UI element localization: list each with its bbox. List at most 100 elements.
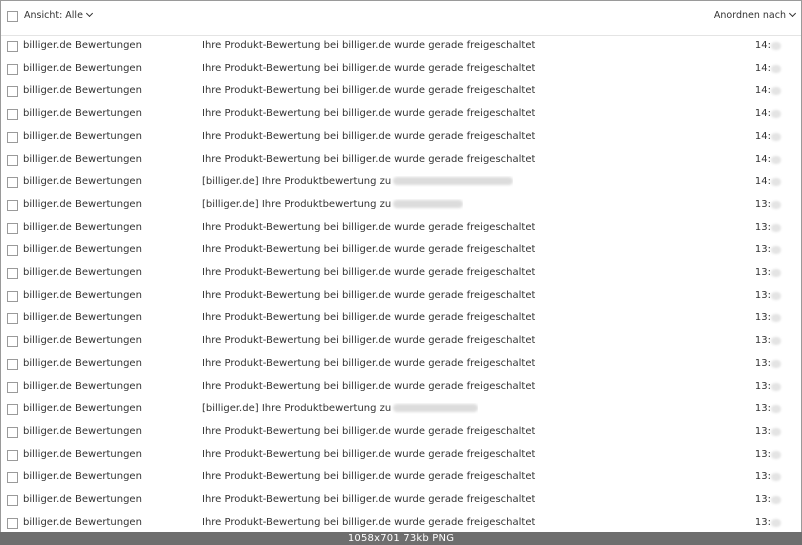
message-subject: Ihre Produkt-Bewertung bei billiger.de w… xyxy=(202,290,535,301)
message-subject: Ihre Produkt-Bewertung bei billiger.de w… xyxy=(202,449,535,460)
message-subject: Ihre Produkt-Bewertung bei billiger.de w… xyxy=(202,494,535,505)
message-checkbox[interactable] xyxy=(7,336,18,348)
message-time: 13: xyxy=(754,448,771,460)
message-sender: billiger.de Bewertungen xyxy=(23,198,142,210)
message-checkbox[interactable] xyxy=(7,222,18,234)
message-subject-text: Ihre Produkt-Bewertung bei billiger.de w… xyxy=(202,335,536,347)
message-sender: billiger.de Bewertungen xyxy=(23,312,142,324)
message-checkbox[interactable] xyxy=(7,63,18,75)
message-checkbox[interactable] xyxy=(7,86,18,98)
redacted-minutes xyxy=(771,382,781,391)
redacted-minutes xyxy=(771,518,781,527)
message-row[interactable]: billiger.de Bewertungen [billiger.de] Ihr… xyxy=(1,171,801,194)
message-sender: billiger.de Bewertungen xyxy=(23,267,142,278)
message-row[interactable]: billiger.de Bewertungen Ihre Produkt-Bewe… xyxy=(1,307,801,330)
message-subject: Ihre Produkt-Bewertung bei billiger.de w… xyxy=(202,517,535,528)
message-subject-text: Ihre Produkt-Bewertung bei billiger.de w… xyxy=(202,108,536,120)
message-subject: Ihre Produkt-Bewertung bei billiger.de w… xyxy=(202,131,535,142)
message-row[interactable]: billiger.de Bewertungen Ihre Produkt-Bewe… xyxy=(1,126,801,149)
message-row[interactable]: billiger.de Bewertungen Ihre Produkt-Bewe… xyxy=(1,285,801,308)
redacted-minutes xyxy=(771,337,781,346)
message-checkbox[interactable] xyxy=(7,517,18,529)
message-row[interactable]: billiger.de Bewertungen Ihre Produkt-Bewe… xyxy=(1,58,801,81)
message-checkbox[interactable] xyxy=(7,268,18,279)
message-row[interactable]: billiger.de Bewertungen Ihre Produkt-Bewe… xyxy=(1,512,801,532)
message-subject-text: Ihre Produkt-Bewertung bei billiger.de w… xyxy=(202,289,536,301)
redacted-minutes xyxy=(771,246,781,255)
message-checkbox[interactable] xyxy=(7,290,18,302)
message-checkbox[interactable] xyxy=(7,245,18,257)
message-row[interactable]: billiger.de Bewertungen Ihre Produkt-Bewe… xyxy=(1,353,801,376)
message-checkbox[interactable] xyxy=(7,199,18,211)
message-sender: billiger.de Bewertungen xyxy=(23,357,142,369)
message-subject-text: [billiger.de] Ihre Produktbewertung zu xyxy=(202,176,392,188)
message-subject-text: Ihre Produkt-Bewertung bei billiger.de w… xyxy=(202,40,536,51)
message-subject-text: Ihre Produkt-Bewertung bei billiger.de w… xyxy=(202,312,536,324)
chevron-down-icon xyxy=(85,9,93,18)
message-subject: Ihre Produkt-Bewertung bei billiger.de w… xyxy=(202,63,535,74)
redacted-minutes xyxy=(771,178,781,187)
image-info-bar: 1058x701 73kb PNG xyxy=(0,532,802,545)
message-time: 14: xyxy=(754,130,771,142)
redacted-minutes xyxy=(771,450,781,459)
redacted-minutes xyxy=(771,87,781,96)
message-subject: Ihre Produkt-Bewertung bei billiger.de w… xyxy=(202,471,535,482)
message-checkbox[interactable] xyxy=(7,449,18,461)
message-checkbox[interactable] xyxy=(7,358,18,370)
message-sender: billiger.de Bewertungen xyxy=(23,448,142,460)
select-all-checkbox[interactable] xyxy=(7,11,18,22)
message-row[interactable]: billiger.de Bewertungen Ihre Produkt-Bewe… xyxy=(1,444,801,467)
message-row[interactable]: billiger.de Bewertungen Ihre Produkt-Bewe… xyxy=(1,217,801,240)
message-checkbox[interactable] xyxy=(7,109,18,121)
message-checkbox[interactable] xyxy=(7,495,18,506)
message-row[interactable]: billiger.de Bewertungen Ihre Produkt-Bewe… xyxy=(1,103,801,126)
sort-label: Anordnen nach xyxy=(713,10,786,21)
message-subject-text: Ihre Produkt-Bewertung bei billiger.de w… xyxy=(202,62,536,74)
view-filter-label: Ansicht: Alle xyxy=(24,10,83,21)
message-checkbox[interactable] xyxy=(7,41,18,52)
redacted-minutes xyxy=(771,473,781,482)
message-subject-text: Ihre Produkt-Bewertung bei billiger.de w… xyxy=(202,153,536,165)
message-row[interactable]: billiger.de Bewertungen [billiger.de] Ihr… xyxy=(1,194,801,217)
sort-dropdown[interactable]: Anordnen nach xyxy=(713,9,797,21)
message-row[interactable]: billiger.de Bewertungen Ihre Produkt-Bewe… xyxy=(1,489,801,512)
redacted-product-name xyxy=(393,404,479,413)
message-time: 14: xyxy=(754,153,771,165)
redacted-minutes xyxy=(771,132,781,141)
message-sender: billiger.de Bewertungen xyxy=(23,85,142,97)
message-row[interactable]: billiger.de Bewertungen Ihre Produkt-Bewe… xyxy=(1,262,801,285)
message-row[interactable]: billiger.de Bewertungen Ihre Produkt-Bewe… xyxy=(1,376,801,399)
message-checkbox[interactable] xyxy=(7,131,18,143)
message-subject-text: Ihre Produkt-Bewertung bei billiger.de w… xyxy=(202,221,536,233)
message-sender: billiger.de Bewertungen xyxy=(23,244,142,256)
message-row[interactable]: billiger.de Bewertungen Ihre Produkt-Bewe… xyxy=(1,239,801,262)
message-subject: Ihre Produkt-Bewertung bei billiger.de w… xyxy=(202,85,535,96)
message-subject: [billiger.de] Ihre Produktbewertung zu xyxy=(202,199,464,210)
message-row[interactable]: billiger.de Bewertungen Ihre Produkt-Bewe… xyxy=(1,466,801,489)
message-sender: billiger.de Bewertungen xyxy=(23,494,142,505)
message-sender: billiger.de Bewertungen xyxy=(23,425,142,437)
message-checkbox[interactable] xyxy=(7,426,18,438)
message-checkbox[interactable] xyxy=(7,381,18,393)
message-sender: billiger.de Bewertungen xyxy=(23,221,142,233)
message-time: 13: xyxy=(754,471,771,483)
message-checkbox[interactable] xyxy=(7,404,18,416)
message-row[interactable]: billiger.de Bewertungen Ihre Produkt-Bewe… xyxy=(1,330,801,353)
message-subject: Ihre Produkt-Bewertung bei billiger.de w… xyxy=(202,381,535,392)
message-subject: Ihre Produkt-Bewertung bei billiger.de w… xyxy=(202,222,535,233)
message-subject: Ihre Produkt-Bewertung bei billiger.de w… xyxy=(202,267,535,278)
view-filter-dropdown[interactable]: Ansicht: Alle xyxy=(24,9,93,21)
message-checkbox[interactable] xyxy=(7,313,18,325)
message-row[interactable]: billiger.de Bewertungen Ihre Produkt-Bewe… xyxy=(1,421,801,444)
message-checkbox[interactable] xyxy=(7,154,18,166)
message-row[interactable]: billiger.de Bewertungen Ihre Produkt-Bewe… xyxy=(1,149,801,172)
image-info-text: 1058x701 73kb PNG xyxy=(347,533,455,544)
message-row[interactable]: billiger.de Bewertungen Ihre Produkt-Bewe… xyxy=(1,80,801,103)
message-time: 13: xyxy=(754,516,771,528)
message-subject-text: Ihre Produkt-Bewertung bei billiger.de w… xyxy=(202,244,536,256)
message-checkbox[interactable] xyxy=(7,177,18,189)
redacted-minutes xyxy=(771,223,781,232)
message-checkbox[interactable] xyxy=(7,472,18,484)
message-row[interactable]: billiger.de Bewertungen [billiger.de] Ihr… xyxy=(1,398,801,421)
message-row[interactable]: billiger.de Bewertungen Ihre Produkt-Bewe… xyxy=(1,35,801,58)
